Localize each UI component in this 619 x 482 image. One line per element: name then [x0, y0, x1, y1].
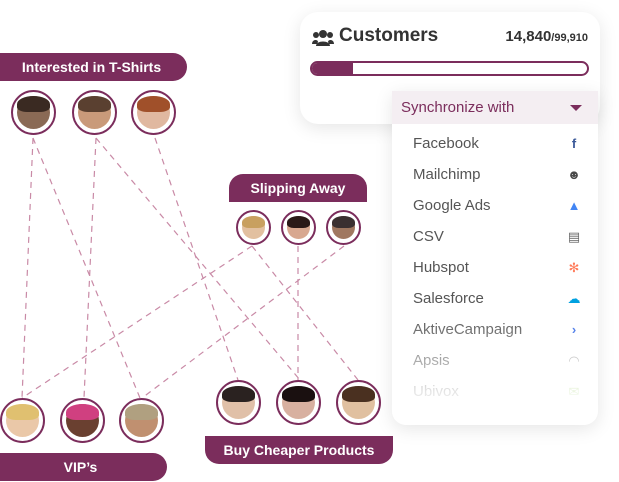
customers-count-total: /99,910: [551, 32, 588, 44]
avatar[interactable]: [60, 398, 105, 443]
sync-option-salesforce[interactable]: Salesforce ☁: [392, 283, 598, 314]
avatar[interactable]: [216, 380, 261, 425]
sync-option-google-ads[interactable]: Google Ads ▲: [392, 190, 598, 221]
segment-tag-vips[interactable]: VIP’s: [0, 453, 167, 481]
users-icon: [312, 30, 334, 46]
synchronize-label: Synchronize with: [401, 99, 515, 116]
customers-title: Customers: [339, 25, 439, 46]
sync-option-label: Google Ads: [413, 197, 491, 214]
segment-tag-buy-cheaper[interactable]: Buy Cheaper Products: [205, 436, 393, 464]
sync-option-label: Facebook: [413, 135, 479, 152]
segment-tag-tshirts[interactable]: Interested in T-Shirts: [0, 53, 187, 81]
customers-count: 14,840/99,910: [505, 28, 588, 45]
facebook-icon: f: [571, 136, 577, 151]
sync-option-label: Salesforce: [413, 290, 484, 307]
apsis-icon: ◠: [569, 353, 579, 368]
mailchimp-icon: ☻: [567, 167, 581, 182]
avatar[interactable]: [72, 90, 117, 135]
hubspot-icon: ✻: [568, 260, 580, 275]
sync-option-csv[interactable]: CSV ▤: [392, 221, 598, 252]
avatar[interactable]: [276, 380, 321, 425]
customers-count-value: 14,840: [505, 28, 552, 45]
sync-option-label: Apsis: [413, 352, 450, 369]
sync-option-hubspot[interactable]: Hubspot ✻: [392, 252, 598, 283]
sync-option-apsis[interactable]: Apsis ◠: [392, 345, 598, 376]
segment-tag-slipping-away[interactable]: Slipping Away: [229, 174, 367, 202]
customers-progress-fill: [312, 63, 353, 74]
sync-option-label: Hubspot: [413, 259, 469, 276]
sync-option-aktivecampaign[interactable]: AktiveCampaign ›: [392, 314, 598, 345]
google-ads-icon: ▲: [567, 198, 581, 213]
synchronize-options: Facebook f Mailchimp ☻ Google Ads ▲ CSV ▤ Hubspo…: [392, 124, 598, 407]
synchronize-dropdown-toggle[interactable]: Synchronize with: [392, 91, 598, 124]
avatar[interactable]: [236, 210, 271, 245]
activecampaign-icon: ›: [571, 322, 577, 337]
salesforce-icon: ☁: [567, 291, 581, 306]
sync-option-label: Ubivox: [413, 383, 459, 400]
sync-option-mailchimp[interactable]: Mailchimp ☻: [392, 159, 598, 190]
avatar[interactable]: [336, 380, 381, 425]
sync-option-ubivox[interactable]: Ubivox ✉: [392, 376, 598, 407]
sync-option-label: Mailchimp: [413, 166, 481, 183]
avatar[interactable]: [281, 210, 316, 245]
avatar[interactable]: [119, 398, 164, 443]
synchronize-dropdown: Synchronize with Facebook f Mailchimp ☻ Goog…: [392, 91, 598, 425]
sync-option-label: AktiveCampaign: [413, 321, 523, 338]
caret-down-icon: [570, 104, 582, 111]
sync-option-facebook[interactable]: Facebook f: [392, 128, 598, 159]
csv-icon: ▤: [567, 229, 581, 244]
avatar[interactable]: [0, 398, 45, 443]
avatar[interactable]: [11, 90, 56, 135]
ubivox-icon: ✉: [568, 384, 580, 399]
avatar[interactable]: [326, 210, 361, 245]
sync-option-label: CSV: [413, 228, 444, 245]
avatar[interactable]: [131, 90, 176, 135]
customers-progress-bar: [310, 61, 589, 76]
